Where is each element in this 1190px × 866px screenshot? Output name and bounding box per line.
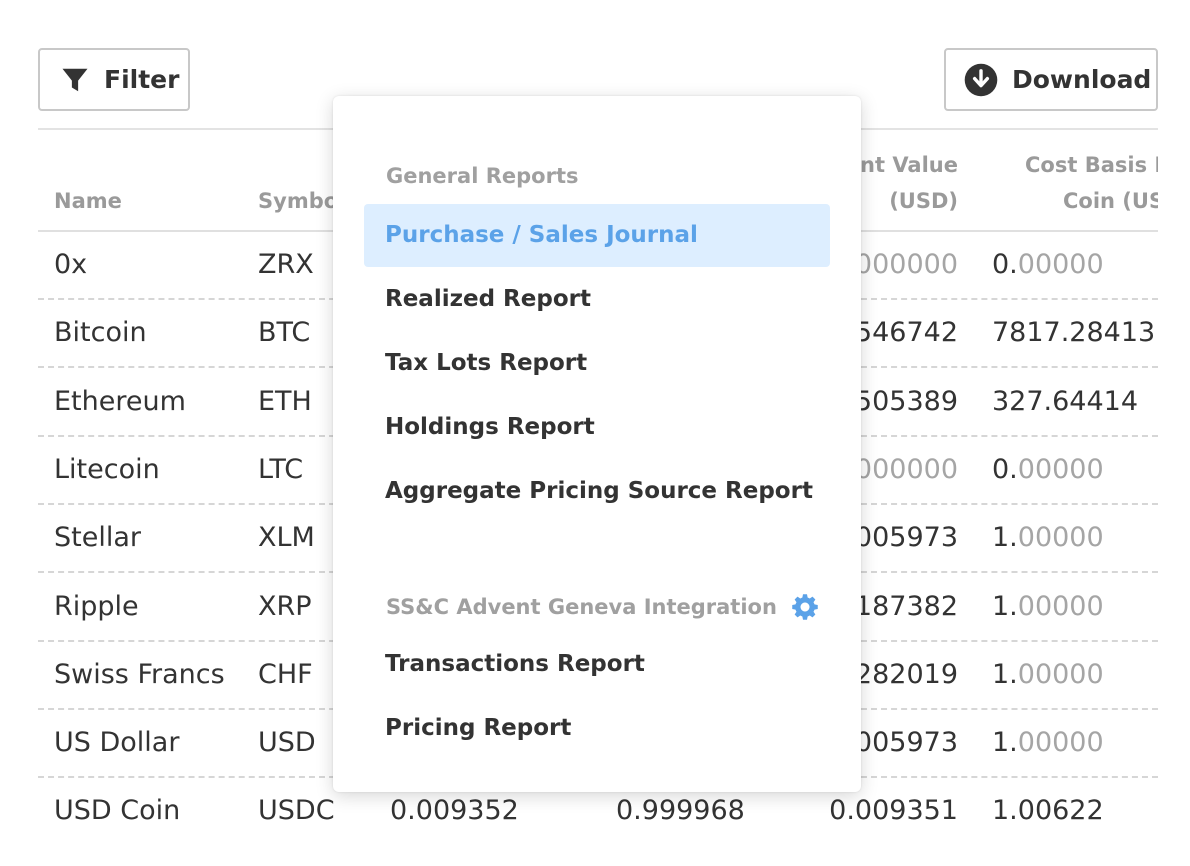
cell-name: USD Coin	[54, 795, 181, 827]
cell-name: Ripple	[54, 590, 139, 622]
cost-basis-integer: 1.00622	[992, 795, 1104, 827]
header-cost-basis-line1: Cost Basis P	[1025, 153, 1158, 177]
cell-current-value: 000000	[854, 453, 958, 485]
cost-basis-decimals: 00000	[1017, 658, 1104, 690]
menu-item-general-report[interactable]: Realized Report	[364, 268, 830, 331]
cell-symbol: XLM	[258, 522, 315, 554]
menu-heading-integration-label: SS&C Advent Geneva Integration	[386, 595, 777, 619]
cell-cost-basis: 1.00622	[992, 778, 1104, 844]
gear-icon[interactable]	[790, 592, 820, 622]
filter-button[interactable]: Filter	[38, 48, 190, 111]
cell-current-value: 005973	[854, 522, 958, 554]
cell-symbol: ETH	[258, 385, 312, 417]
cell-current-value: 505389	[854, 385, 958, 417]
cost-basis-integer: 1.	[992, 658, 1018, 690]
cell-symbol: CHF	[258, 658, 313, 690]
download-button-label: Download	[1012, 65, 1152, 94]
download-button[interactable]: Download	[944, 48, 1158, 111]
header-cost-basis[interactable]: Cost Basis P Coin (US	[1025, 147, 1158, 219]
cost-basis-integer: 1.	[992, 522, 1018, 554]
cell-name: US Dollar	[54, 727, 180, 759]
cell-current-value: 546742	[854, 317, 958, 349]
cost-basis-decimals: 00000	[1017, 727, 1104, 759]
menu-heading-integration: SS&C Advent Geneva Integration	[386, 592, 820, 622]
cell-name: Bitcoin	[54, 317, 147, 349]
cell-current-value: 187382	[854, 590, 958, 622]
menu-item-general-report[interactable]: Holdings Report	[364, 396, 830, 459]
cell-cost-basis: 1.00000	[992, 710, 1104, 776]
cell-name: Swiss Francs	[54, 658, 225, 690]
header-current-value-line1: ent Value	[845, 153, 958, 177]
cost-basis-decimals: 00000	[1017, 590, 1104, 622]
download-reports-menu: General Reports Purchase / Sales Journal…	[333, 96, 861, 792]
menu-item-integration-report[interactable]: Pricing Report	[364, 697, 830, 760]
cell-current-value: 282019	[854, 658, 958, 690]
cell-symbol: ZRX	[258, 249, 314, 280]
header-cost-basis-line2: Coin (US	[1063, 189, 1158, 213]
cost-basis-integer: 0.	[992, 453, 1018, 485]
cell-symbol: USD	[258, 727, 316, 759]
cell-current-value: 005973	[854, 727, 958, 759]
cell-cost-basis: 1.00000	[992, 642, 1104, 708]
menu-heading-general: General Reports	[386, 164, 579, 188]
menu-item-general-report[interactable]: Tax Lots Report	[364, 332, 830, 395]
cell-cost-basis: 327.64414	[992, 369, 1138, 435]
filter-button-label: Filter	[104, 65, 180, 94]
header-current-value[interactable]: ent Value (USD)	[846, 147, 958, 219]
cell-cost-basis: 0.00000	[992, 437, 1104, 503]
header-name[interactable]: Name	[54, 183, 122, 219]
cell-current-value: 000000	[854, 249, 958, 280]
cell-name: Litecoin	[54, 453, 160, 485]
menu-item-integration-report[interactable]: Transactions Report	[364, 633, 830, 696]
cell-name: Stellar	[54, 522, 141, 554]
cell-symbol: XRP	[258, 590, 312, 622]
cell-symbol: BTC	[258, 317, 311, 349]
cost-basis-decimals: 00000	[1017, 453, 1104, 485]
filter-funnel-icon	[60, 65, 90, 95]
cost-basis-decimals: 00000	[1017, 522, 1104, 554]
download-circle-icon	[964, 63, 998, 97]
cell-name: Ethereum	[54, 385, 186, 417]
cell-name: 0x	[54, 249, 88, 280]
cost-basis-integer: 327.64414	[992, 385, 1139, 417]
cell-cost-basis: 0.00000	[992, 232, 1104, 298]
cost-basis-integer: 7817.28413	[992, 317, 1156, 349]
menu-item-general-report[interactable]: Purchase / Sales Journal	[364, 204, 830, 267]
cost-basis-integer: 0.	[992, 249, 1018, 280]
cell-symbol: LTC	[258, 453, 304, 485]
cell-cost-basis: 1.00000	[992, 505, 1104, 571]
header-symbol[interactable]: Symbo	[258, 183, 338, 219]
cost-basis-integer: 1.	[992, 727, 1018, 759]
header-current-value-line2: (USD)	[889, 189, 958, 213]
cost-basis-integer: 1.	[992, 590, 1018, 622]
menu-item-general-report[interactable]: Aggregate Pricing Source Report	[364, 460, 830, 523]
cell-cost-basis: 7817.28413	[992, 300, 1155, 366]
cost-basis-decimals: 00000	[1017, 249, 1104, 280]
cell-symbol: USDC	[258, 795, 335, 827]
cell-cost-basis: 1.00000	[992, 574, 1104, 640]
